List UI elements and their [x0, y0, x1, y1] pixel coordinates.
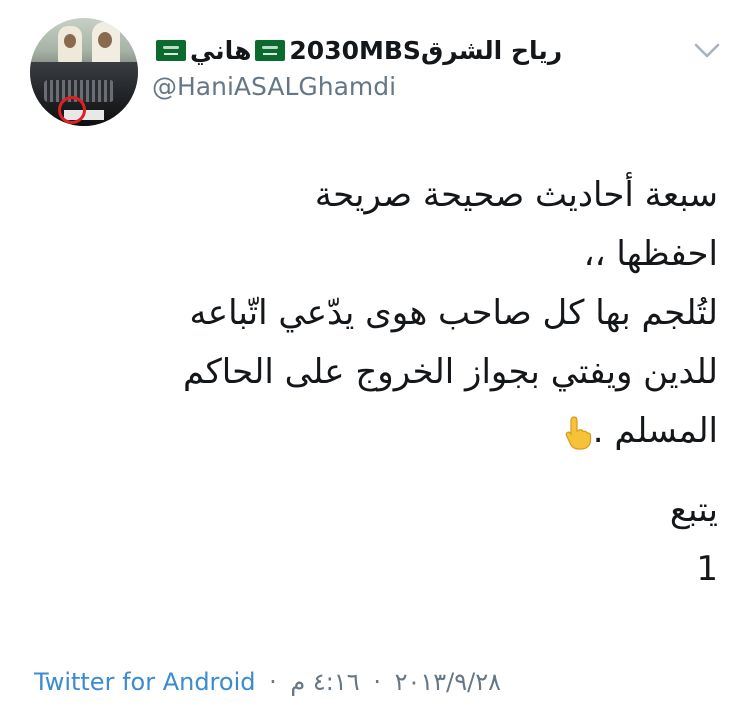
meta-separator: · [373, 668, 381, 696]
tweet-line: المسلم . [592, 411, 718, 451]
tweet-text: سبعة أحاديث صحيحة صريحة احفظها ،، لتُلجم… [78, 166, 718, 599]
tweet-line: للدين ويفتي بجواز الخروج على الحاكم [182, 352, 718, 392]
chevron-down-icon[interactable] [692, 36, 722, 64]
avatar-red-circle [58, 96, 86, 124]
display-name-part: هاني [190, 35, 252, 65]
tweet-time: ٤:١٦ م [290, 668, 360, 696]
avatar-person-head [98, 32, 112, 48]
tweet-line: احفظها ،، [583, 234, 718, 274]
display-name-part: رياح الشرق [420, 35, 563, 65]
display-name-part: 2030MBS [289, 35, 421, 65]
tweet-meta: Twitter for Android · ٢٠١٣/٩/٢٨ · ٤:١٦ م [34, 668, 501, 696]
tweet-date: ٢٠١٣/٩/٢٨ [394, 668, 501, 696]
backhand-index-pointing-down-icon [565, 415, 591, 450]
avatar-person-head [64, 34, 76, 48]
profile-avatar[interactable] [30, 18, 138, 126]
user-handle[interactable]: @HaniASALGhamdi [152, 72, 396, 101]
tweet-line: سبعة أحاديث صحيحة صريحة [314, 175, 718, 215]
tweet-line-last: المسلم . [78, 402, 718, 461]
meta-separator: · [269, 668, 277, 696]
display-name[interactable]: هاني 2030MBS رياح الشرق [152, 32, 582, 68]
tweet-line: لتُلجم بها كل صاحب هوى يدّعي اتّباعه [189, 293, 718, 333]
saudi-flag-icon [156, 39, 186, 61]
tweet-card: هاني 2030MBS رياح الشرق @HaniASALGhamdi … [0, 0, 750, 725]
tweet-source-link[interactable]: Twitter for Android [34, 668, 255, 696]
follow-label: يتبع [669, 490, 718, 530]
tweet-number: 1 [696, 549, 718, 589]
saudi-flag-icon [255, 39, 286, 61]
